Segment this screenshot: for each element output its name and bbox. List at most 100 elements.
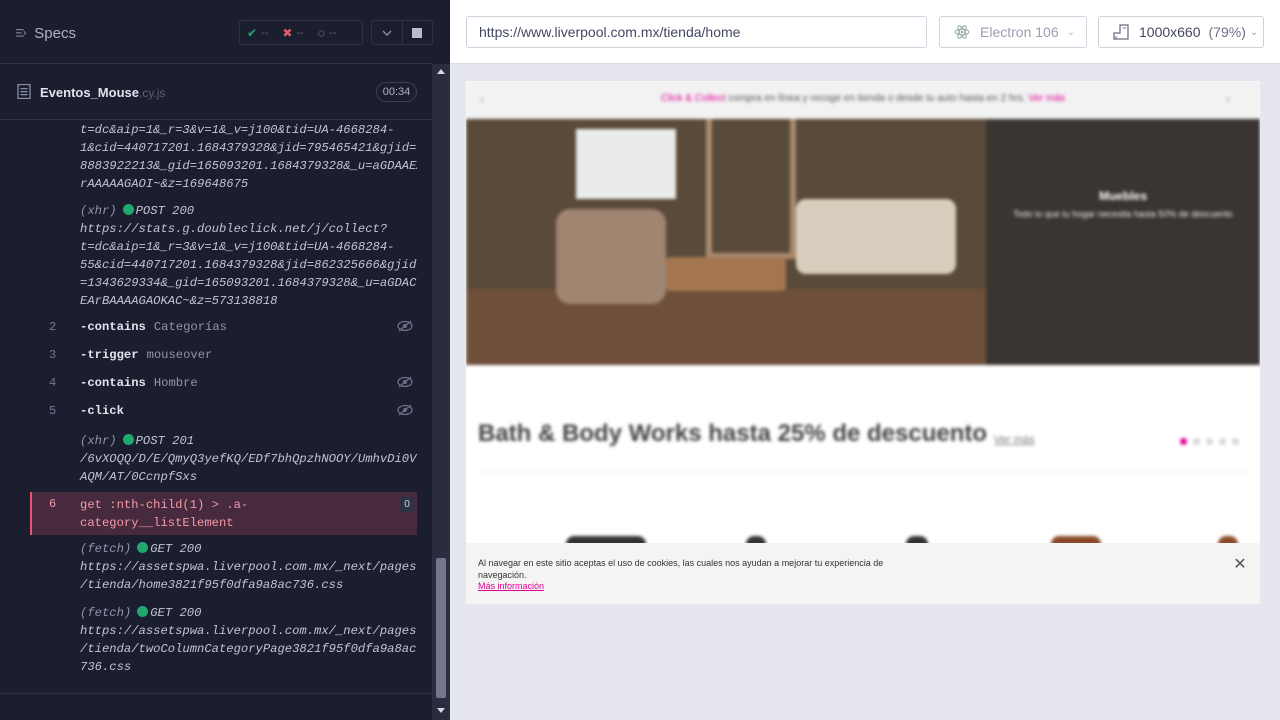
xhr-head: (xhr) POST 201 [80, 432, 415, 450]
fetch-url-line: 736.css [80, 660, 132, 674]
log-scrollbar[interactable] [432, 64, 450, 720]
electron-icon [954, 25, 970, 39]
fetch-head: (fetch) GET 200 [80, 604, 415, 622]
fetch-log-entry[interactable]: (fetch) GET 200 https://assetspwa.liverpo… [80, 540, 417, 594]
url-input[interactable] [466, 16, 927, 48]
carousel-dot[interactable] [1219, 438, 1226, 445]
chevron-right-icon[interactable]: › [1226, 81, 1230, 117]
failed-stat: ✖ -- [275, 26, 310, 40]
xhr-url-line: t=dc&aip=1&_r=3&v=1&_v=j100&tid=UA-46682… [80, 240, 395, 254]
request-kind: (fetch) [80, 542, 132, 556]
command-method: -trigger [80, 348, 139, 362]
active-command-row[interactable]: 6 get :nth-child(1) > .a- category__list… [30, 492, 417, 535]
xhr-url-line: =1343629334&_gid=165093201.1684379328&_u… [80, 276, 417, 290]
scrollbar-thumb[interactable] [436, 558, 446, 698]
hero-title: Muebles [1098, 189, 1147, 203]
command-line: get :nth-child(1) > .a- [80, 498, 249, 512]
xhr-url-line: t=dc&aip=1&_r=3&v=1&_v=j100&tid=UA-46682… [80, 123, 395, 137]
hero-floor-shape [466, 289, 986, 365]
xhr-url-line: 1&cid=440717201.1684379328&jid=795465421… [80, 141, 417, 155]
command-number: 6 [49, 497, 57, 511]
xhr-url-line: https://stats.g.doubleclick.net/j/collec… [80, 222, 388, 236]
fetch-url-line: https://assetspwa.liverpool.com.mx/_next… [80, 560, 417, 574]
carousel-dots[interactable] [1180, 438, 1239, 445]
stop-button[interactable] [403, 21, 433, 44]
xhr-log-entry[interactable]: (xhr) POST 201 /6vXOQQ/D/E/QmyQ3yefKQ/EDf… [80, 432, 416, 486]
request-method: POST 200 [135, 204, 195, 218]
check-icon: ✔ [247, 25, 258, 40]
browser-selector[interactable]: Electron 106 ⌄ [939, 16, 1087, 48]
element-count-badge: 0 [400, 497, 414, 512]
section-link[interactable]: Ver más [994, 434, 1034, 446]
spec-file-name[interactable]: Eventos_Mouse.cy.js [40, 85, 165, 100]
xhr-url-line: 8883922213&_gid=165093201.1684379328&_u=… [80, 159, 417, 173]
command-number: 2 [49, 320, 57, 334]
carousel-dot[interactable] [1193, 438, 1200, 445]
scroll-up-icon[interactable] [437, 69, 445, 74]
stop-icon [412, 27, 423, 38]
carousel-dot[interactable] [1232, 438, 1239, 445]
cookie-more-info-link[interactable]: Más información [478, 581, 544, 591]
command-row[interactable]: 4 -contains Hombre [30, 370, 417, 396]
pending-count: -- [328, 26, 337, 39]
promo-link[interactable]: Ver más [1028, 93, 1065, 104]
specs-header: Specs ✔ -- ✖ -- ◌ -- [0, 0, 433, 64]
command-row[interactable]: 5 -click [30, 398, 417, 424]
app-preview-panel: Electron 106 ⌄ 1000x660 (79%) ⌄ ‹ Click … [450, 0, 1280, 720]
scroll-down-icon[interactable] [437, 708, 445, 713]
viewport-selector[interactable]: 1000x660 (79%) ⌄ [1098, 16, 1264, 48]
command-row[interactable]: 2 -contains Categorías [30, 314, 417, 340]
promo-bar: ‹ Click & Collect compra en línea y reco… [466, 81, 1260, 119]
passed-stat: ✔ -- [240, 26, 275, 40]
reporter-panel: Specs ✔ -- ✖ -- ◌ -- Eventos_Mouse.cy.js… [0, 0, 450, 720]
expand-toggle-button[interactable] [372, 21, 403, 44]
liverpool-page: ‹ Click & Collect compra en línea y reco… [466, 81, 1260, 604]
fetch-log-entry[interactable]: (fetch) GET 200 https://assetspwa.liverpo… [80, 604, 417, 676]
carousel-dot[interactable] [1180, 438, 1187, 445]
command-name: -click [80, 402, 132, 420]
hero-shelf-shape [706, 119, 796, 259]
hero-subtitle: Todo lo que tu hogar necesita hasta 50% … [1013, 209, 1233, 219]
xhr-url-line: EArBAAAAGAOKAC~&z=573138818 [80, 294, 278, 308]
eye-slash-icon[interactable] [397, 404, 413, 416]
command-method: -click [80, 404, 124, 418]
status-dot-icon [122, 204, 134, 215]
specs-label: Specs [34, 24, 76, 42]
command-arg: Hombre [153, 376, 198, 390]
fetch-url-line: https://assetspwa.liverpool.com.mx/_next… [80, 624, 417, 638]
hero-chair-shape [556, 209, 666, 304]
command-name: -trigger mouseover [80, 346, 212, 364]
chevron-down-icon [382, 30, 392, 36]
hero-table-shape [666, 257, 786, 291]
specs-toggle-button[interactable]: Specs [16, 24, 76, 42]
specs-list-icon [16, 29, 27, 37]
fetch-url-line: /tienda/home3821f95f0dfa9a8ac736.css [80, 578, 344, 592]
chevron-left-icon[interactable]: ‹ [480, 81, 484, 117]
command-arg: Categorías [153, 320, 227, 334]
xhr-log-entry[interactable]: t=dc&aip=1&_r=3&v=1&_v=j100&tid=UA-46682… [80, 121, 417, 193]
xhr-url-line: AQM/AT/0CcnpfSxs [80, 470, 198, 484]
hero-dark-panel [986, 119, 1260, 365]
close-icon[interactable]: ✕ [1232, 557, 1248, 573]
hero-sofa-shape [796, 199, 956, 274]
carousel-dot[interactable] [1206, 438, 1213, 445]
fetch-url-line: /tienda/twoColumnCategoryPage3821f95f0df… [80, 642, 417, 656]
chevron-down-icon: ⌄ [1066, 26, 1075, 38]
xhr-log-entry[interactable]: (xhr) POST 200 https://stats.g.doubleclic… [80, 202, 417, 310]
test-stats: ✔ -- ✖ -- ◌ -- [239, 20, 363, 45]
xhr-url-line: 55&cid=440717201.1684379328&jid=86232566… [80, 258, 417, 272]
viewport-scale: (79%) [1208, 24, 1246, 40]
eye-slash-icon[interactable] [397, 320, 413, 332]
command-row[interactable]: 3 -trigger mouseover [30, 342, 417, 368]
hero-window-shape [576, 129, 676, 199]
footer-divider [0, 693, 432, 694]
section-title: Bath & Body Works hasta 25% de descuento [478, 420, 988, 447]
command-number: 4 [49, 376, 57, 390]
command-line: category__listElement [80, 516, 234, 530]
application-under-test[interactable]: ‹ Click & Collect compra en línea y reco… [466, 81, 1260, 604]
eye-slash-icon[interactable] [397, 376, 413, 388]
request-kind: (xhr) [80, 204, 117, 218]
browser-name: Electron 106 [980, 24, 1059, 40]
runnable-header: Eventos_Mouse.cy.js 00:34 [0, 65, 432, 120]
hero-banner[interactable] [466, 119, 1260, 365]
